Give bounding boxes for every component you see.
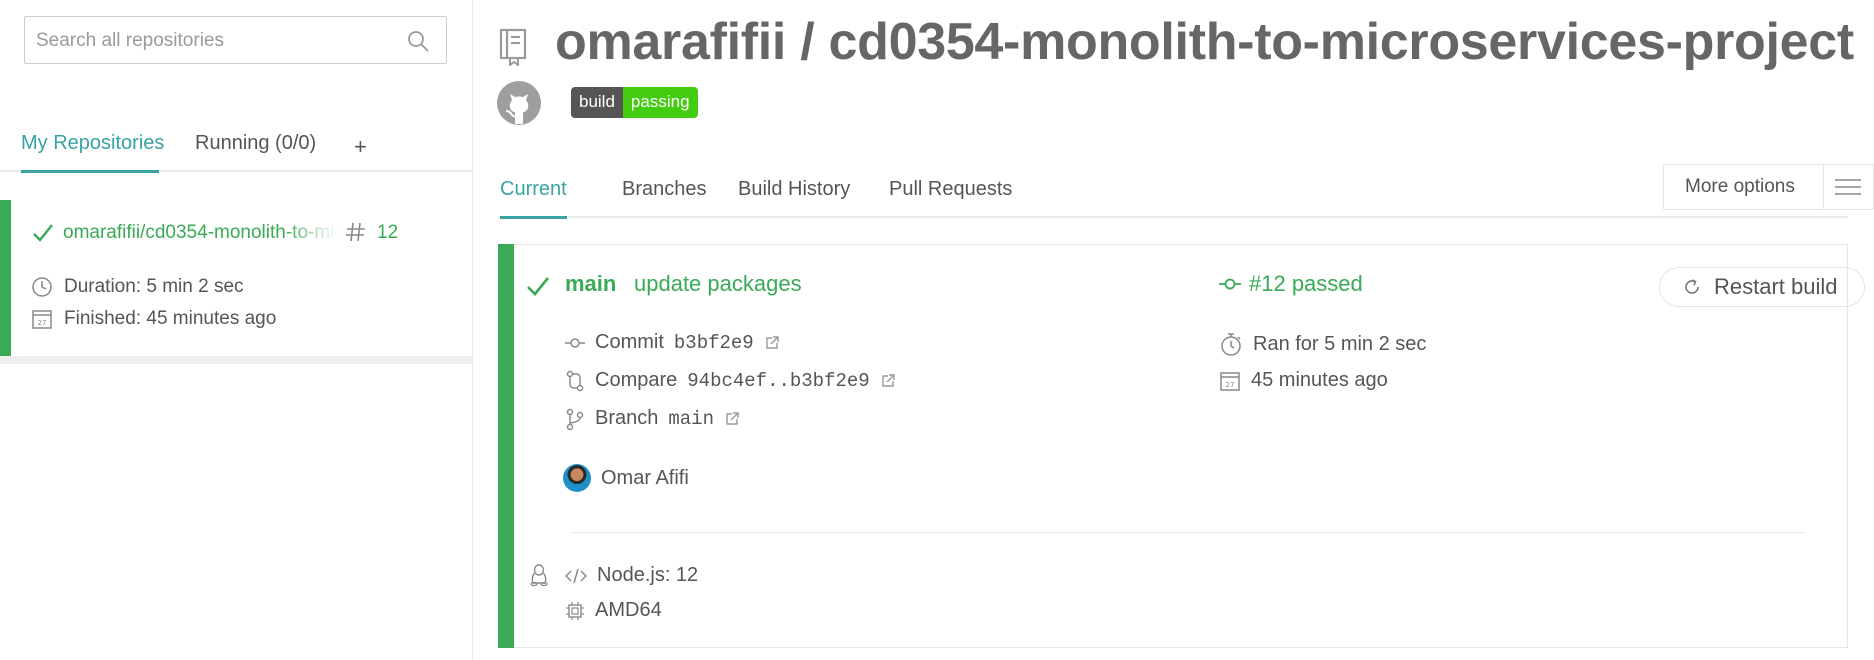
calendar-icon: 27 <box>31 308 53 330</box>
commit-row: Commit b3bf2e9 <box>565 331 780 354</box>
hamburger-menu-icon[interactable] <box>1824 165 1873 209</box>
external-link-icon[interactable] <box>764 335 780 351</box>
build-tabs: Current Branches Build History Pull Requ… <box>498 176 1848 219</box>
author-name: Omar Afifi <box>601 466 689 489</box>
build-status-text: #12 passed <box>1249 271 1363 296</box>
repo-book-icon <box>498 28 528 66</box>
repo-list-item[interactable]: omarafifii/cd0354-monolith-to-microservi… <box>0 200 472 364</box>
language-text: Node.js: 12 <box>597 564 699 586</box>
tab-my-repositories[interactable]: My Repositories <box>21 132 164 155</box>
external-link-icon[interactable] <box>880 373 896 389</box>
finished-ago-text: 45 minutes ago <box>1251 369 1388 391</box>
arch-row: AMD64 <box>565 599 662 622</box>
build-status-stripe <box>498 244 514 648</box>
tab-current[interactable]: Current <box>500 178 567 201</box>
avatar <box>563 464 591 492</box>
code-icon <box>565 568 587 584</box>
branch-label: Branch <box>595 407 659 429</box>
linux-penguin-icon <box>529 563 549 587</box>
restart-icon <box>1682 277 1702 297</box>
github-icon[interactable] <box>496 80 542 126</box>
stopwatch-icon <box>1219 331 1243 357</box>
finished-row: 27 Finished: 45 minutes ago <box>31 308 276 330</box>
language-row: Node.js: 12 <box>565 564 698 587</box>
commit-message: update packages <box>634 271 802 296</box>
compare-row: Compare 94bc4ef..b3bf2e9 <box>565 369 896 392</box>
tab-running[interactable]: Running (0/0) <box>195 132 316 155</box>
compare-range-link[interactable]: 94bc4ef..b3bf2e9 <box>687 370 869 392</box>
more-options-button[interactable]: More options <box>1663 164 1874 210</box>
search-input[interactable]: Search all repositories <box>24 16 447 64</box>
build-summary-card: main update packages #12 passed Restart … <box>498 244 1865 648</box>
search-icon[interactable] <box>406 29 430 53</box>
sidebar: Search all repositories My Repositories … <box>0 0 473 660</box>
restart-build-label: Restart build <box>1714 274 1838 299</box>
finished-text: Finished: 45 minutes ago <box>64 308 277 329</box>
commit-sha-link[interactable]: b3bf2e9 <box>674 332 754 354</box>
ran-for-text: Ran for 5 min 2 sec <box>1253 332 1427 355</box>
clock-icon <box>31 276 53 298</box>
build-status[interactable]: #12 passed <box>1219 271 1363 297</box>
search-placeholder: Search all repositories <box>36 30 224 51</box>
branch-name-link[interactable]: main <box>565 271 616 297</box>
badge-label: build <box>571 87 623 118</box>
branch-value-link[interactable]: main <box>668 408 714 430</box>
tab-branches[interactable]: Branches <box>622 178 707 201</box>
external-link-icon[interactable] <box>724 411 740 427</box>
branch-row: Branch main <box>565 407 740 430</box>
main-content: omarafifii / cd0354-monolith-to-microser… <box>474 0 1874 660</box>
active-tab-indicator <box>500 216 567 219</box>
repo-name-link[interactable]: omarafifii/cd0354-monolith-to-microservi… <box>63 222 338 244</box>
tab-build-history[interactable]: Build History <box>738 178 850 201</box>
tab-pull-requests[interactable]: Pull Requests <box>889 178 1012 201</box>
duration-text: Duration: 5 min 2 sec <box>64 276 244 297</box>
cpu-icon <box>565 601 585 621</box>
duration-row: Duration: 5 min 2 sec <box>31 276 244 298</box>
author-row: Omar Afifi <box>563 464 689 492</box>
commit-node-icon <box>1219 277 1241 291</box>
divider <box>571 532 1806 533</box>
ran-for-row: Ran for 5 min 2 sec <box>1219 331 1426 357</box>
more-options-label: More options <box>1664 165 1824 209</box>
check-icon <box>31 221 55 245</box>
hash-icon <box>345 220 367 244</box>
restart-build-button[interactable]: Restart build <box>1659 267 1865 307</box>
svg-text:27: 27 <box>38 319 47 327</box>
badge-value: passing <box>622 87 698 118</box>
add-repository-button[interactable]: + <box>354 134 367 160</box>
calendar-icon: 27 <box>1219 370 1241 392</box>
compare-icon <box>565 370 585 392</box>
active-tab-indicator <box>21 170 159 173</box>
build-status-badge[interactable]: build passing <box>571 87 698 118</box>
arch-text: AMD64 <box>595 599 662 621</box>
commit-label: Commit <box>595 331 664 353</box>
check-icon <box>525 273 551 299</box>
sidebar-tabs: My Repositories Running (0/0) + <box>0 124 472 173</box>
svg-text:27: 27 <box>1226 381 1235 389</box>
compare-label: Compare <box>595 369 678 391</box>
commit-icon <box>565 336 585 350</box>
build-status-stripe <box>0 200 11 356</box>
card-divider <box>0 356 472 364</box>
finished-ago-row: 27 45 minutes ago <box>1219 369 1388 392</box>
branch-icon <box>565 408 585 430</box>
build-number-link[interactable]: 12 <box>377 222 398 244</box>
page-title: omarafifii / cd0354-monolith-to-microser… <box>555 13 1854 71</box>
